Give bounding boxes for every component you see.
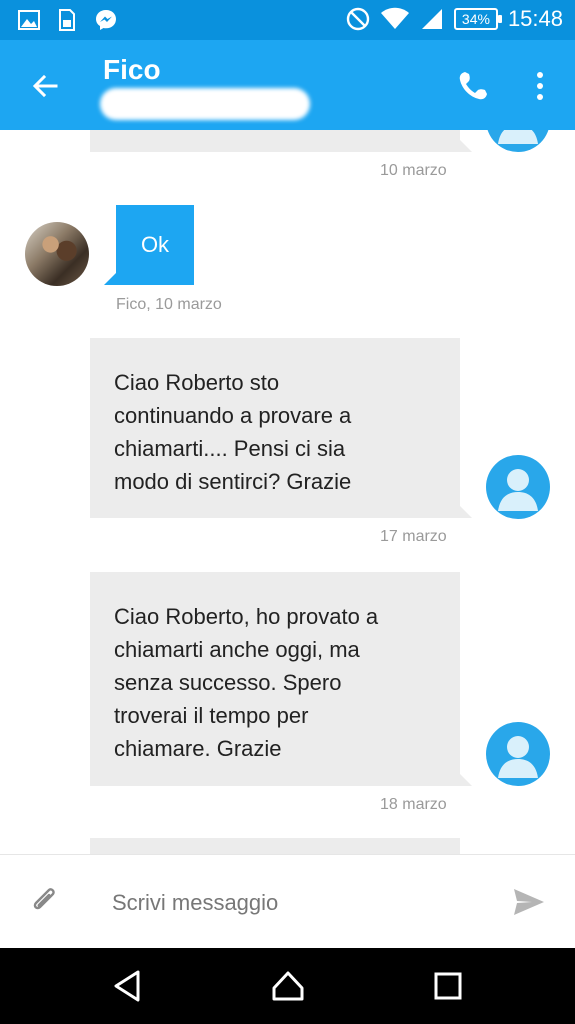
message-timestamp: 17 marzo bbox=[380, 528, 447, 545]
message-line: continuando a provare a bbox=[114, 403, 352, 428]
avatar bbox=[486, 130, 550, 152]
message-timestamp: 18 marzo bbox=[380, 796, 447, 813]
message-line: troverai il tempo per bbox=[114, 703, 309, 728]
message-line: Ciao Roberto, ho provato a bbox=[114, 604, 379, 629]
battery-percent: 34% bbox=[461, 11, 490, 27]
signal-icon bbox=[421, 9, 442, 29]
message-line: Ciao Roberto sto bbox=[114, 370, 280, 395]
status-bar: 34% 15:48 bbox=[0, 0, 575, 40]
sim-icon bbox=[59, 9, 75, 31]
message-text: Ok bbox=[140, 232, 170, 257]
phone-icon[interactable] bbox=[455, 68, 491, 104]
send-icon[interactable] bbox=[512, 887, 546, 917]
message-line: chiamare. Grazie bbox=[114, 736, 282, 761]
message-bubble-outgoing[interactable] bbox=[90, 838, 460, 854]
default-user-icon bbox=[498, 736, 538, 778]
message-input[interactable] bbox=[112, 883, 492, 923]
avatar bbox=[486, 455, 550, 519]
default-user-icon bbox=[498, 469, 538, 511]
message-bubble-incoming[interactable]: Ok bbox=[104, 205, 194, 285]
app-bar: Fico bbox=[0, 40, 575, 130]
wifi-icon bbox=[380, 7, 409, 29]
home-icon[interactable] bbox=[270, 968, 306, 1004]
clock: 15:48 bbox=[507, 6, 563, 31]
notification-icons bbox=[18, 8, 118, 32]
contact-name: Fico bbox=[103, 54, 161, 85]
system-icons: 34% 15:48 bbox=[346, 6, 563, 32]
image-icon bbox=[18, 10, 40, 30]
avatar bbox=[486, 722, 550, 786]
message-composer bbox=[0, 854, 575, 948]
message-list[interactable]: 10 marzo Ok Fico, 10 marzo Ciao Roberto … bbox=[0, 130, 575, 854]
back-triangle-icon[interactable] bbox=[110, 968, 146, 1004]
recents-icon[interactable] bbox=[430, 968, 466, 1004]
battery-indicator: 34% bbox=[453, 8, 502, 30]
back-arrow-icon[interactable] bbox=[26, 66, 66, 106]
message-bubble-outgoing[interactable] bbox=[90, 130, 472, 152]
message-line: chiamarti.... Pensi ci sia bbox=[114, 436, 346, 461]
message-line: senza successo. Spero bbox=[114, 670, 342, 695]
redacted-phone-number bbox=[100, 88, 310, 120]
system-navigation-bar bbox=[0, 948, 575, 1024]
message-line: chiamarti anche oggi, ma bbox=[114, 637, 360, 662]
messenger-icon bbox=[96, 10, 116, 30]
message-line: modo di sentirci? Grazie bbox=[114, 469, 352, 494]
contact-avatar[interactable] bbox=[25, 222, 89, 286]
message-timestamp: 10 marzo bbox=[380, 162, 447, 179]
attach-icon[interactable] bbox=[30, 885, 60, 919]
default-user-icon bbox=[498, 130, 538, 144]
overflow-menu-icon[interactable] bbox=[528, 70, 552, 102]
message-bubble-outgoing[interactable]: Ciao Roberto sto continuando a provare a… bbox=[90, 338, 472, 518]
message-timestamp: Fico, 10 marzo bbox=[116, 296, 222, 313]
do-not-disturb-icon bbox=[346, 7, 370, 31]
message-bubble-outgoing[interactable]: Ciao Roberto, ho provato a chiamarti anc… bbox=[90, 572, 472, 786]
